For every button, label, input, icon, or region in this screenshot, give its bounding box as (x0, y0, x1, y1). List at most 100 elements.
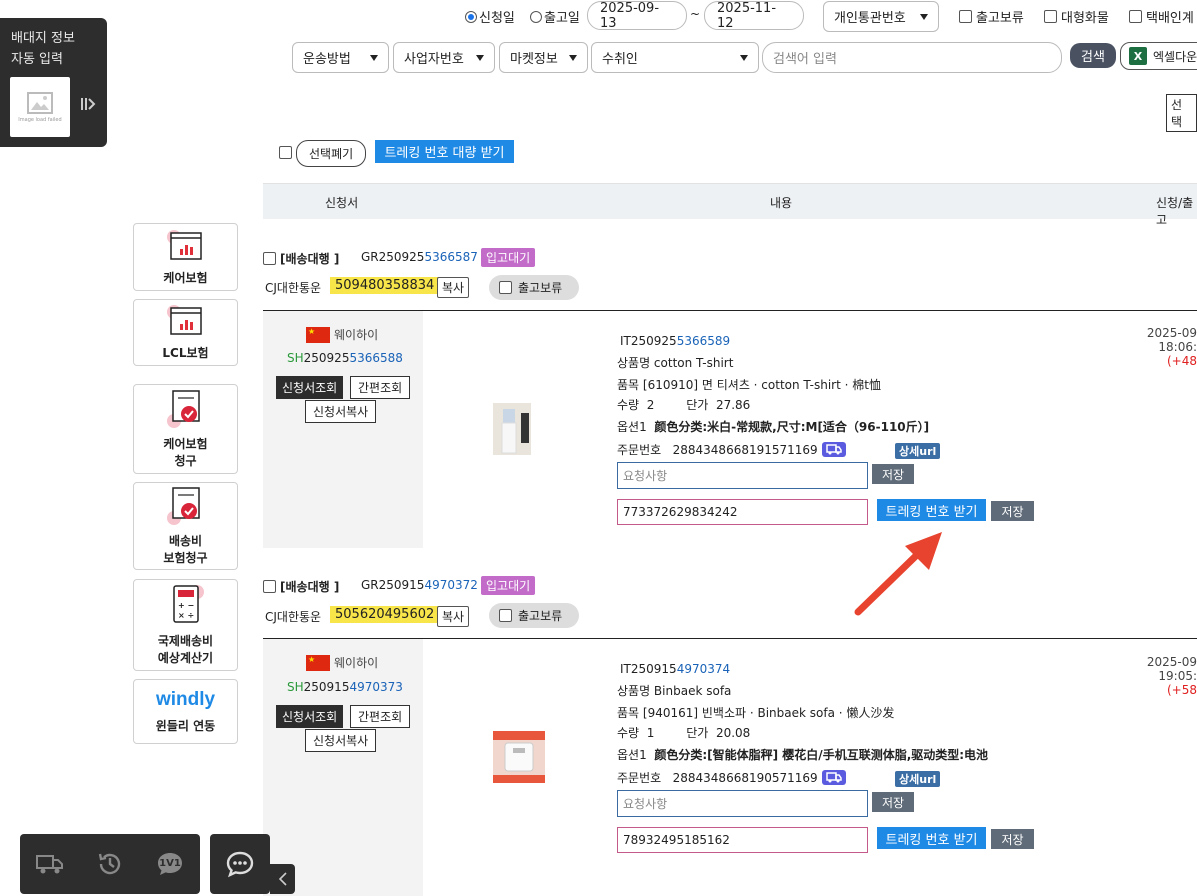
view-application-button[interactable]: 신청서조회 (276, 705, 344, 728)
chat-toolbar (210, 834, 270, 894)
radio-indicator[interactable] (530, 10, 542, 23)
origin: 웨이하이 (306, 654, 378, 671)
checkbox[interactable] (499, 281, 512, 294)
tracking-input[interactable]: 78932495185162 (617, 827, 868, 853)
col-header-application: 신청서 (325, 196, 359, 210)
lcl-insurance-card[interactable]: LCL보험 (133, 299, 238, 366)
status-badge: 입고대기 (481, 576, 536, 595)
shipping-claim-card[interactable]: 배송비 보험청구 (133, 482, 238, 570)
business-no-select[interactable]: 사업자번호 (393, 42, 495, 73)
date-range-tilde: ~ (690, 7, 701, 21)
care-claim-card[interactable]: 케어보험 청구 (133, 384, 238, 474)
view-application-button[interactable]: 신청서조회 (276, 376, 344, 399)
bulk-tracking-button[interactable]: 트레킹 번호 대량 받기 (375, 140, 514, 163)
hold-shipment-toggle[interactable]: 출고보류 (489, 603, 579, 628)
checkbox[interactable] (499, 609, 512, 622)
care-insurance-card[interactable]: 케어보험 (133, 223, 238, 291)
copy-tracking-button[interactable]: 복사 (437, 606, 470, 627)
shipping-calculator-card[interactable]: + − × ÷ 국제배송비 예상계산기 (133, 579, 238, 671)
get-tracking-button[interactable]: 트레킹 번호 받기 (877, 827, 986, 849)
order-checkbox[interactable] (263, 252, 276, 265)
origin: 웨이하이 (306, 326, 378, 343)
hold-shipment-toggle[interactable]: 출고보류 (489, 275, 579, 300)
shipping-calculator-label-1: 국제배송비 (157, 634, 214, 648)
save-memo-button[interactable]: 저장 (872, 464, 914, 484)
recipient-select[interactable]: 수취인 (591, 42, 759, 73)
chat-bubble-icon (226, 851, 254, 878)
memo-input[interactable]: 요청사항 (617, 790, 868, 817)
product-category: 품목 [940161] 빈백소파 · Binbaek sofa · 懒人沙发 (617, 706, 895, 720)
item-number[interactable]: IT2509255366589 (620, 334, 730, 348)
one-on-one-button[interactable]: 1V1 (140, 834, 200, 894)
svg-text:+ −: + − (178, 601, 194, 610)
chevron-down-icon (370, 54, 378, 61)
checkbox[interactable] (1129, 10, 1142, 23)
copy-tracking-button[interactable]: 복사 (437, 277, 470, 298)
delivery-truck-button[interactable] (20, 834, 80, 894)
market-info-select[interactable]: 마켓정보 (499, 42, 588, 73)
tracking-input[interactable]: 773372629834242 (617, 499, 868, 525)
excel-icon: X (1129, 47, 1147, 65)
excel-download-button[interactable]: X 엑셀다운 (1120, 42, 1197, 70)
chat-button[interactable] (210, 834, 270, 894)
quick-toolbar: 1V1 (20, 834, 200, 894)
delivery-handover-checkbox[interactable]: 택배인계 (1129, 7, 1194, 26)
detail-url-badge[interactable]: 상세url (895, 443, 941, 459)
bulk-cargo-checkbox[interactable]: 대형화물 (1044, 7, 1109, 26)
select-button[interactable]: 선택 (1166, 94, 1197, 132)
lcl-insurance-label: LCL보험 (162, 346, 209, 360)
order-checkbox[interactable] (263, 580, 276, 593)
gr-number[interactable]: GR2509255366587 (361, 250, 478, 264)
panel-title-line2: 자동 입력 (11, 52, 63, 67)
windly-card[interactable]: windly 윈들리 연동 (133, 679, 238, 744)
claim-document-icon (166, 486, 206, 526)
checkbox[interactable] (959, 10, 972, 23)
radio-ship-date[interactable]: 출고일 (530, 7, 580, 26)
auto-input-panel[interactable]: 배대지 정보 자동 입력 Image load failed (0, 18, 107, 147)
memo-input[interactable]: 요청사항 (617, 462, 868, 489)
china-flag-icon (306, 326, 330, 343)
gr-number[interactable]: GR2509154970372 (361, 578, 478, 592)
option-text: 옵션1 颜色分类:米白-常规款,尺寸:M[适合（96-110斤）] (617, 420, 930, 434)
select-all-checkbox[interactable] (279, 146, 292, 159)
calculator-icon: + − × ÷ (166, 584, 206, 626)
carrier-name: CJ대한통운 (265, 610, 322, 624)
truck-icon[interactable] (821, 442, 846, 457)
application-block: 웨이하이 SH2509154970373 신청서조회 간편조회 신청서복사 (263, 639, 423, 896)
detail-url-badge[interactable]: 상세url (895, 771, 941, 787)
copy-application-button[interactable]: 신청서복사 (305, 729, 377, 752)
hold-filter-checkbox[interactable]: 출고보류 (959, 7, 1024, 26)
collapse-toolbar-button[interactable] (270, 864, 295, 894)
chart-window-icon (166, 229, 206, 263)
product-name: 상품명 cotton T-shirt (617, 356, 734, 370)
truck-icon[interactable] (821, 770, 846, 785)
item-number[interactable]: IT2509154970374 (620, 662, 730, 676)
product-thumbnail[interactable] (493, 403, 531, 455)
quick-view-button[interactable]: 간편조회 (350, 376, 411, 399)
history-button[interactable] (80, 834, 140, 894)
collapse-panel-icon[interactable] (80, 96, 96, 115)
service-type: [배송대행 ] (280, 252, 340, 266)
discard-selected-button[interactable]: 선택폐기 (296, 140, 367, 167)
col-header-content: 내용 (770, 196, 793, 210)
get-tracking-button[interactable]: 트레킹 번호 받기 (877, 499, 986, 521)
save-tracking-button[interactable]: 저장 (991, 829, 1034, 849)
save-memo-button[interactable]: 저장 (872, 792, 914, 812)
customs-select[interactable]: 개인통관번호 (823, 1, 939, 32)
search-button[interactable]: 검색 (1070, 43, 1116, 68)
radio-apply-date[interactable]: 신청일 (465, 7, 515, 26)
date-to-input[interactable]: 2025-11-12 (704, 1, 804, 31)
sh-number[interactable]: SH2509255366588 (287, 351, 403, 365)
date-from-input[interactable]: 2025-09-13 (587, 1, 687, 31)
apply-date: 2025-09 19:05: (+58 (1146, 655, 1197, 697)
quick-view-button[interactable]: 간편조회 (350, 705, 411, 728)
shipping-method-select[interactable]: 운송방법 (292, 42, 389, 73)
sh-number[interactable]: SH2509154970373 (287, 680, 403, 694)
save-tracking-button[interactable]: 저장 (991, 501, 1034, 521)
search-input[interactable]: 검색어 입력 (762, 42, 1062, 73)
radio-indicator[interactable] (465, 10, 477, 23)
checkbox[interactable] (1044, 10, 1057, 23)
shipping-claim-label-2: 보험청구 (163, 551, 208, 565)
copy-application-button[interactable]: 신청서복사 (305, 400, 377, 423)
product-thumbnail[interactable] (493, 731, 545, 783)
